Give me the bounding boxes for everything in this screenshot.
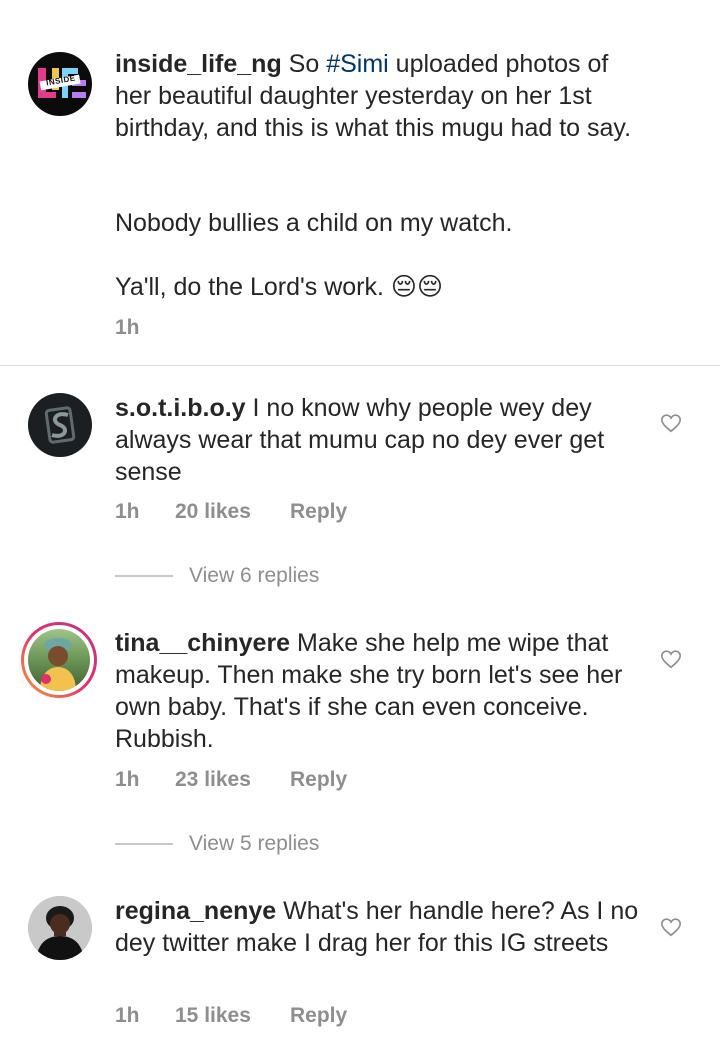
comment-time: 1h	[115, 768, 140, 791]
comment-text: regina_nenye What's her handle here? As …	[115, 895, 645, 959]
reply-button[interactable]: Reply	[290, 500, 347, 524]
comment-username[interactable]: regina_nenye	[115, 897, 276, 925]
comment-likes[interactable]: 15 likes	[175, 1004, 290, 1028]
caption-text-start: So	[288, 50, 327, 78]
view-replies-button[interactable]: View 5 replies	[115, 829, 319, 859]
caption-divider	[0, 365, 720, 366]
comment-time: 1h	[115, 500, 140, 523]
caption-paragraph-2: Nobody bullies a child on my watch.	[115, 209, 513, 237]
like-heart-icon[interactable]	[660, 916, 682, 938]
view-replies-button[interactable]: View 6 replies	[115, 561, 319, 591]
comment-meta: 1h 15 likes Reply	[115, 1004, 347, 1028]
comment-meta: 1h 23 likes Reply	[115, 768, 347, 792]
caption-username[interactable]: inside_life_ng	[115, 50, 282, 78]
comment-username[interactable]: s.o.t.i.b.o.y	[115, 394, 246, 422]
like-heart-icon[interactable]	[660, 648, 682, 670]
s-logo-icon	[44, 406, 76, 444]
comment-text: tina__chinyere Make she help me wipe tha…	[115, 627, 645, 755]
comment-avatar-story-ring[interactable]	[21, 622, 97, 698]
caption-meta: 1h	[115, 316, 140, 340]
comment-avatar[interactable]	[28, 393, 92, 457]
caption-paragraph-3: Ya'll, do the Lord's work. 😔😔	[115, 273, 444, 301]
comment-username[interactable]: tina__chinyere	[115, 629, 290, 657]
person-photo-icon	[28, 896, 92, 960]
replies-line	[115, 843, 173, 845]
comment-meta: 1h 20 likes Reply	[115, 500, 347, 524]
comment-avatar[interactable]	[28, 896, 92, 960]
comment-time: 1h	[115, 1004, 140, 1027]
hashtag-link[interactable]: #Simi	[326, 50, 389, 78]
comment-likes[interactable]: 23 likes	[175, 768, 290, 792]
caption-text: inside_life_ng So #Simi uploaded photos …	[115, 48, 645, 144]
caption-avatar[interactable]: INSIDE	[28, 52, 92, 116]
like-heart-icon[interactable]	[660, 412, 682, 434]
reply-button[interactable]: Reply	[290, 768, 347, 792]
view-replies-label: View 5 replies	[189, 832, 320, 855]
comment-text: s.o.t.i.b.o.y I no know why people wey d…	[115, 392, 645, 488]
reply-button[interactable]: Reply	[290, 1004, 347, 1028]
view-replies-label: View 6 replies	[189, 564, 320, 587]
profile-photo	[28, 629, 90, 691]
replies-line	[115, 575, 173, 577]
comment-likes[interactable]: 20 likes	[175, 500, 290, 524]
person-photo-icon	[40, 638, 76, 691]
caption-time: 1h	[115, 316, 140, 339]
